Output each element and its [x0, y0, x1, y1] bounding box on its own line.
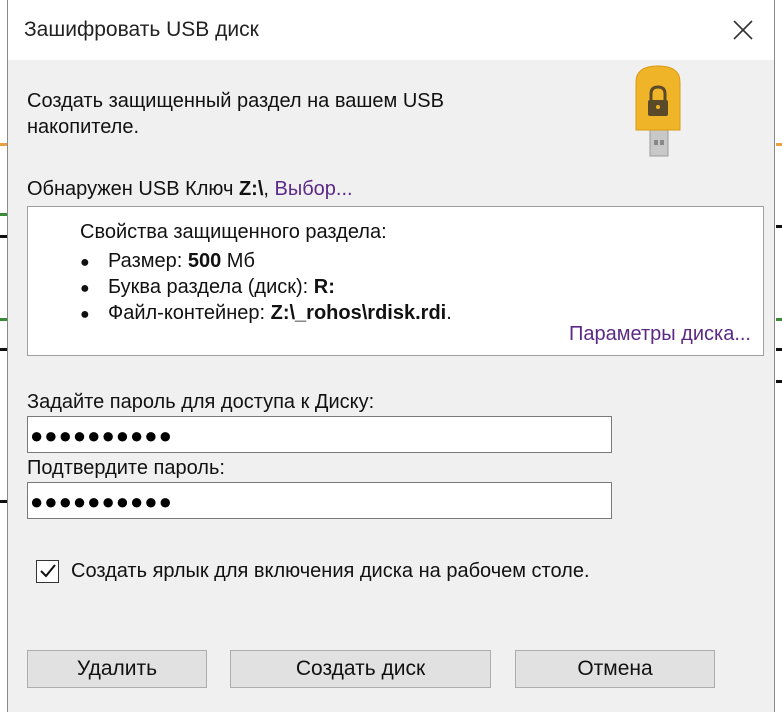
property-container-file: ● Файл-контейнер: Z:\_rohos\rdisk.rdi. — [80, 300, 452, 326]
property-drive-letter-label: Буква раздела (диск): — [108, 276, 309, 298]
select-drive-link[interactable]: Выбор... — [275, 178, 353, 200]
shortcut-checkbox[interactable] — [36, 559, 59, 583]
bullet-icon: ● — [80, 306, 90, 323]
shortcut-checkbox-label[interactable]: Создать ярлык для включения диска на раб… — [71, 560, 590, 583]
detected-label: Обнаружен USB Ключ — [27, 178, 234, 200]
window-title: Зашифровать USB диск — [24, 18, 259, 41]
intro-text: Создать защищенный раздел на вашем USB н… — [27, 90, 444, 138]
property-container-value: Z:\_rohos\rdisk.rdi — [270, 302, 447, 324]
encrypt-usb-dialog: Зашифровать USB диск Создать защищенный … — [7, 0, 775, 712]
detected-usb-line: Обнаружен USB Ключ Z:\, Выбор... — [27, 178, 353, 201]
shortcut-option: Создать ярлык для включения диска на раб… — [36, 556, 590, 586]
confirm-password-label: Подтвердите пароль: — [27, 457, 225, 479]
detected-separator: , — [263, 178, 269, 200]
checkmark-icon — [39, 564, 56, 578]
properties-title: Свойства защищенного раздела: — [80, 221, 387, 243]
property-size-label: Размер: — [108, 250, 183, 272]
password-label: Задайте пароль для доступа к Диску: — [27, 391, 375, 413]
cancel-button[interactable]: Отмена — [515, 650, 715, 688]
background-window-left — [0, 0, 7, 712]
title-bar: Зашифровать USB диск — [8, 0, 774, 60]
create-disk-button[interactable]: Создать диск — [230, 650, 491, 688]
bullet-icon: ● — [80, 280, 90, 297]
property-container-label: Файл-контейнер: — [108, 302, 266, 324]
confirm-password-field[interactable]: ●●●●●●●●●● — [27, 482, 612, 519]
delete-button[interactable]: Удалить — [27, 650, 207, 688]
close-button[interactable] — [712, 0, 774, 60]
usb-lock-icon — [635, 65, 681, 157]
background-window-right — [776, 0, 782, 712]
properties-list: ● Размер: 500 Мб ● Буква раздела (диск): R… — [80, 248, 452, 326]
property-drive-letter-value: R: — [313, 276, 335, 298]
property-size-value: 500 — [187, 250, 222, 272]
property-size: ● Размер: 500 Мб — [80, 248, 452, 274]
property-size-unit: Мб — [226, 250, 255, 272]
close-icon — [733, 20, 753, 40]
bullet-icon: ● — [80, 254, 90, 271]
disk-parameters-link[interactable]: Параметры диска... — [569, 323, 751, 346]
partition-properties-box: Свойства защищенного раздела: ● Размер: 5… — [27, 206, 764, 356]
property-container-suffix: . — [446, 302, 452, 324]
property-drive-letter: ● Буква раздела (диск): R: — [80, 274, 452, 300]
detected-drive: Z:\ — [238, 178, 264, 200]
password-field[interactable]: ●●●●●●●●●● — [27, 416, 612, 453]
